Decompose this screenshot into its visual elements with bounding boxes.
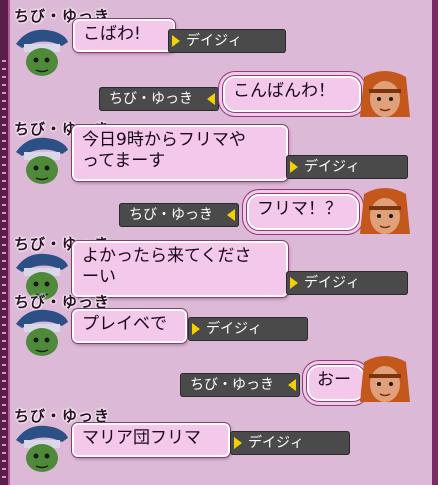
- recipient-name: デイジィ: [206, 321, 262, 337]
- window-left-border-highlight: [8, 0, 10, 485]
- message-line: ーい: [82, 267, 116, 287]
- recipient-tag: ちび・ゆっき: [99, 87, 219, 111]
- goblin-avatar-icon: [12, 22, 70, 80]
- recipient-tag: デイジィ: [286, 155, 408, 179]
- message-text: こばわ!: [83, 24, 141, 44]
- recipient-name: ちび・ゆっき: [109, 91, 193, 107]
- recipient-tag: デイジィ: [230, 431, 350, 455]
- message-line: ってまーす: [82, 151, 166, 171]
- message-text: おー: [317, 370, 351, 390]
- window-border-dots: [2, 60, 6, 480]
- recipient-tag: ちび・ゆっき: [119, 203, 239, 227]
- message-text: フリマ！？: [257, 199, 342, 219]
- goblin-avatar-icon: [12, 418, 70, 476]
- message-bubble: プレイベで: [72, 309, 187, 343]
- recipient-tag: ちび・ゆっき: [180, 373, 300, 397]
- message-text: プレイベで: [82, 314, 167, 334]
- message-line: よかったら来てくださ: [82, 246, 252, 266]
- chat-log-window: ちび・ゆっき こばわ! デイジィ ちび・ゆっき こんばんわ！ ちび・ゆっき 今日…: [0, 0, 438, 485]
- message-bubble: マリア団フリマ: [72, 423, 230, 457]
- arrow-right-icon: [290, 277, 298, 289]
- message-text: マリア団フリマ: [82, 428, 201, 448]
- arrow-right-icon: [290, 161, 298, 173]
- recipient-name: ちび・ゆっき: [190, 377, 274, 393]
- message-bubble: こんばんわ！: [223, 76, 361, 112]
- message-bubble: 今日9時からフリマや ってまーす: [72, 125, 288, 181]
- recipient-name: デイジィ: [304, 275, 360, 291]
- elf-avatar-icon: [356, 352, 414, 410]
- arrow-left-icon: [227, 209, 235, 221]
- arrow-left-icon: [207, 93, 215, 105]
- chat-scrollbar[interactable]: [432, 0, 438, 485]
- recipient-name: ちび・ゆっき: [129, 207, 213, 223]
- message-bubble: フリマ！？: [247, 194, 359, 230]
- message-text: こんばんわ！: [233, 81, 335, 101]
- elf-avatar-icon: [356, 184, 414, 242]
- recipient-tag: デイジィ: [188, 317, 308, 341]
- arrow-right-icon: [192, 323, 200, 335]
- arrow-left-icon: [288, 379, 296, 391]
- goblin-avatar-icon: [12, 130, 70, 188]
- arrow-right-icon: [172, 35, 180, 47]
- goblin-avatar-icon: [12, 302, 70, 360]
- message-line: 今日9時からフリマや: [82, 130, 246, 150]
- message-bubble: こばわ!: [73, 19, 175, 52]
- message-bubble: よかったら来てくださ ーい: [72, 241, 288, 297]
- recipient-name: デイジィ: [186, 33, 242, 49]
- recipient-tag: デイジィ: [168, 29, 286, 53]
- elf-avatar-icon: [356, 67, 414, 125]
- recipient-name: デイジィ: [304, 159, 360, 175]
- arrow-right-icon: [234, 437, 242, 449]
- recipient-tag: デイジィ: [286, 271, 408, 295]
- recipient-name: デイジィ: [248, 435, 304, 451]
